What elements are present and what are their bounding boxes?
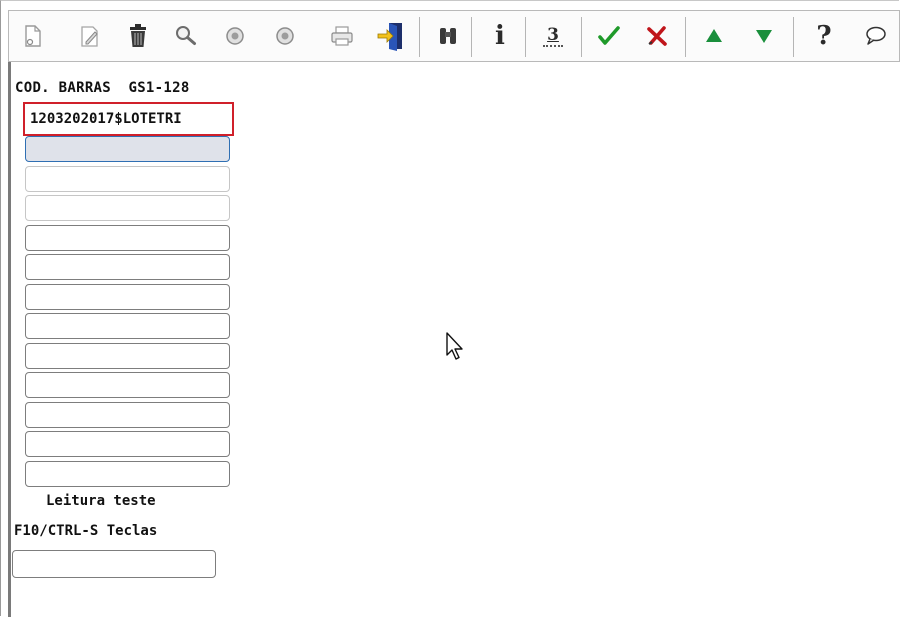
read-field-8[interactable] [25, 343, 230, 369]
previous-button[interactable] [699, 11, 729, 61]
circle-button-2[interactable] [271, 11, 299, 61]
count-button[interactable]: 3 [537, 11, 569, 61]
read-field-12[interactable] [25, 461, 230, 487]
new-document-icon [25, 25, 41, 47]
read-field-6[interactable] [25, 284, 230, 310]
read-field-4[interactable] [25, 225, 230, 251]
check-confirm-icon [598, 26, 620, 45]
print-button[interactable] [327, 11, 357, 61]
next-button[interactable] [749, 11, 779, 61]
arrow-down-icon [756, 30, 772, 43]
find-button[interactable] [433, 11, 463, 61]
toolbar-separator [471, 17, 472, 57]
cancel-x-icon [647, 26, 667, 46]
delete-trash-icon [130, 24, 146, 47]
toolbar: i 3 ? [8, 10, 900, 62]
search-icon [176, 26, 196, 45]
read-field-11[interactable] [25, 431, 230, 457]
info-button[interactable]: i [485, 11, 515, 61]
read-field-7[interactable] [25, 313, 230, 339]
binoculars-icon [440, 28, 456, 44]
barcode-header-label: COD. BARRAS GS1-128 [15, 80, 190, 96]
help-button[interactable]: ? [809, 11, 839, 61]
new-document-button[interactable] [19, 11, 47, 61]
exit-button[interactable] [375, 11, 407, 61]
count-dots [543, 44, 563, 47]
print-icon [331, 26, 353, 46]
circle-button-icon [276, 27, 294, 45]
exit-door-icon [377, 23, 402, 51]
chat-button[interactable] [861, 11, 891, 61]
toolbar-separator [419, 17, 420, 57]
cancel-button[interactable] [641, 11, 673, 61]
circle-button-icon [226, 27, 244, 45]
count-icon: 3 [543, 26, 563, 47]
read-field-3[interactable] [25, 195, 230, 221]
search-button[interactable] [171, 11, 201, 61]
footer-label: Leitura teste [46, 493, 156, 509]
read-field-9[interactable] [25, 372, 230, 398]
chat-bubble-icon [866, 26, 886, 45]
barcode-value: 1203202017$LOTETRI [30, 111, 182, 127]
circle-button-1[interactable] [221, 11, 249, 61]
keys-hint-label: F10/CTRL-S Teclas [14, 523, 158, 539]
read-field-1[interactable] [25, 136, 230, 162]
read-field-2[interactable] [25, 166, 230, 192]
edit-button[interactable] [75, 11, 105, 61]
info-icon: i [495, 21, 505, 51]
read-field-5[interactable] [25, 254, 230, 280]
delete-button[interactable] [123, 11, 153, 61]
edit-icon [81, 26, 98, 47]
confirm-button[interactable] [593, 11, 625, 61]
arrow-up-icon [706, 29, 722, 42]
toolbar-separator [793, 17, 794, 57]
help-question-icon: ? [816, 21, 832, 51]
toolbar-separator [685, 17, 686, 57]
mouse-pointer-icon [446, 332, 463, 360]
read-field-10[interactable] [25, 402, 230, 428]
count-glyph: 3 [547, 24, 559, 45]
toolbar-separator [525, 17, 526, 57]
toolbar-separator [581, 17, 582, 57]
command-input[interactable] [12, 550, 216, 578]
